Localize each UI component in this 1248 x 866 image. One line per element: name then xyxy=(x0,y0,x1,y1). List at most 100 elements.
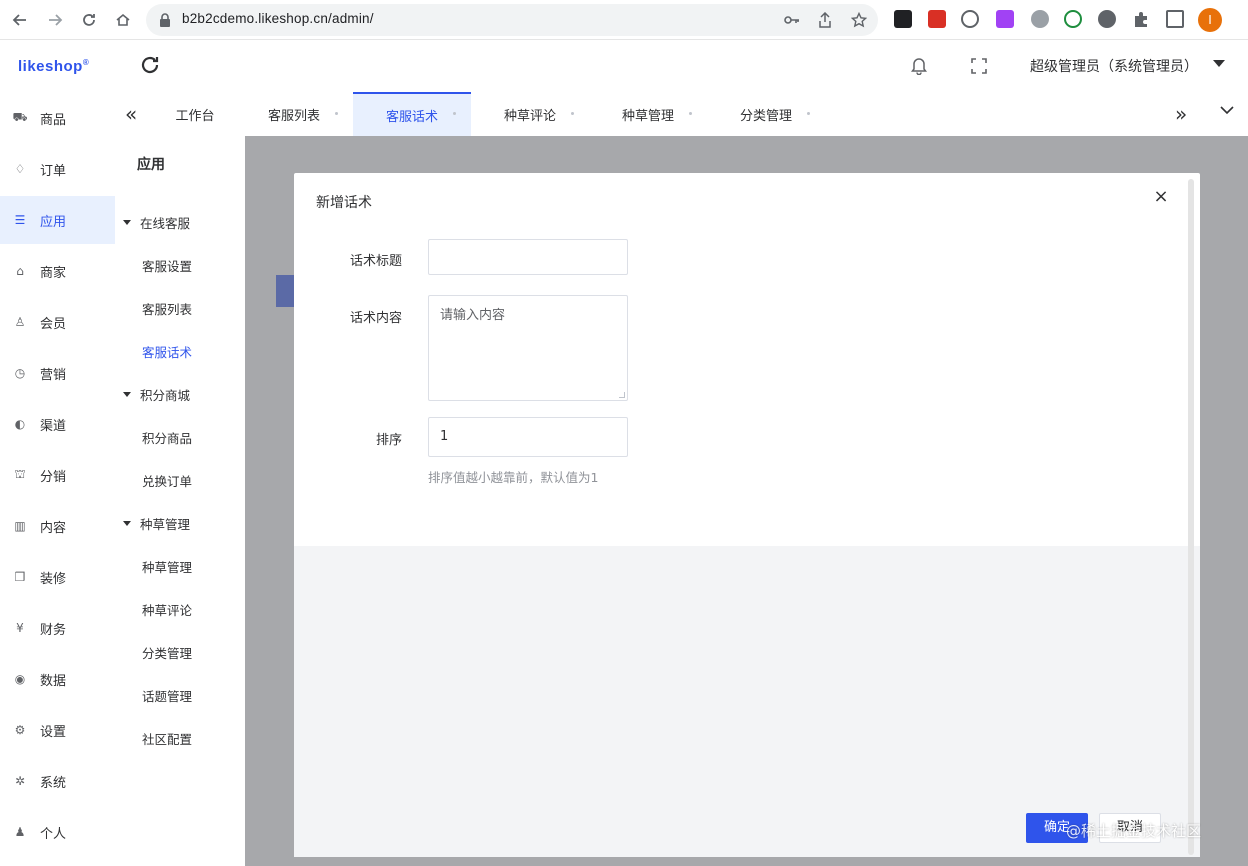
lock-icon xyxy=(160,13,170,27)
content-textarea[interactable]: 请输入内容 xyxy=(428,295,628,401)
extension-icon[interactable] xyxy=(894,10,912,28)
shop-icon: ⌂ xyxy=(16,264,24,278)
subnav-group-label: 积分商城 xyxy=(140,388,191,403)
sidebar-item-6[interactable]: ◐ 渠道 xyxy=(0,400,115,448)
sidebar-item-label: 装修 xyxy=(40,571,67,587)
subnav-item[interactable]: 兑换订单 xyxy=(142,471,192,490)
resize-handle-icon[interactable] xyxy=(619,392,625,398)
sidebar-item-11[interactable]: ◉ 数据 xyxy=(0,655,115,703)
subnav-item[interactable]: 客服话术 xyxy=(142,342,192,361)
sidebar-item-3[interactable]: ⌂ 商家 xyxy=(0,247,115,295)
subnav-item[interactable]: 种草评论 xyxy=(142,600,192,619)
tab-bar: « » 工作台 客服列表 客服话术 种草评论 种草管理 分类管理 xyxy=(115,92,1248,136)
sidebar-item-8[interactable]: ▥ 内容 xyxy=(0,502,115,550)
forward-icon[interactable] xyxy=(43,8,67,32)
browser-toolbar: b2b2cdemo.likeshop.cn/admin/ I xyxy=(0,0,1248,40)
profile-avatar[interactable]: I xyxy=(1198,8,1222,32)
sidepanel-icon[interactable] xyxy=(1166,10,1184,28)
sidebar-item-label: 订单 xyxy=(40,163,67,179)
puzzle-icon[interactable] xyxy=(1132,10,1150,28)
tabs-scroll-right-icon[interactable]: » xyxy=(1175,102,1187,126)
dialog-scrollbar[interactable] xyxy=(1188,179,1194,855)
app-logo[interactable]: likeshop® xyxy=(18,58,89,75)
dialog-title: 新增话术 xyxy=(316,195,372,211)
extension-icon[interactable] xyxy=(928,10,946,28)
refresh-icon[interactable] xyxy=(139,54,161,76)
watermark-text: @稀土掘金技术社区 xyxy=(1066,822,1202,840)
extension-icon[interactable] xyxy=(961,10,979,28)
extension-icon[interactable] xyxy=(996,10,1014,28)
subnav-group-label: 在线客服 xyxy=(140,216,191,231)
sort-input[interactable]: 1 xyxy=(428,417,628,457)
tab-0[interactable]: 工作台 xyxy=(155,92,235,136)
subnav-group-0[interactable]: 在线客服 xyxy=(123,213,190,232)
sidebar-item-label: 营销 xyxy=(40,367,67,383)
subnav-item[interactable]: 社区配置 xyxy=(142,729,192,748)
collapse-sidebar-icon[interactable]: « xyxy=(125,102,137,126)
content-icon: ▥ xyxy=(14,519,26,533)
settings-icon: ⚙ xyxy=(14,723,26,737)
back-icon[interactable] xyxy=(8,8,32,32)
channel-icon: ◐ xyxy=(14,417,26,431)
tab-separator xyxy=(453,112,456,115)
url-text: b2b2cdemo.likeshop.cn/admin/ xyxy=(182,11,374,26)
sidebar-item-7[interactable]: ⛫ 分销 xyxy=(0,451,115,499)
content-placeholder: 请输入内容 xyxy=(440,308,506,323)
person-icon: ♟ xyxy=(14,825,26,839)
subnav-item[interactable]: 客服列表 xyxy=(142,299,192,318)
notification-icon[interactable] xyxy=(911,57,927,75)
sidebar-item-9[interactable]: ❒ 装修 xyxy=(0,553,115,601)
sidebar-item-label: 系统 xyxy=(40,775,67,791)
fullscreen-icon[interactable] xyxy=(971,58,987,74)
sidebar-item-label: 设置 xyxy=(40,724,67,740)
star-icon[interactable] xyxy=(851,12,867,28)
subnav-item[interactable]: 分类管理 xyxy=(142,643,192,662)
subnav-group-label: 种草管理 xyxy=(140,517,191,532)
subnav-item[interactable]: 积分商品 xyxy=(142,428,192,447)
title-label: 话术标题 xyxy=(349,254,402,269)
data-icon: ◉ xyxy=(14,672,26,686)
user-icon: ♙ xyxy=(14,315,26,329)
sidebar-item-0[interactable]: ⛟ 商品 xyxy=(0,94,115,142)
close-icon[interactable]: × xyxy=(1152,188,1170,206)
extension-icon[interactable] xyxy=(1064,10,1082,28)
tab-separator xyxy=(571,112,574,115)
sidebar-item-14[interactable]: ♟ 个人 xyxy=(0,808,115,856)
sidebar-item-10[interactable]: ¥ 财务 xyxy=(0,604,115,652)
distribution-icon: ⛫ xyxy=(14,467,26,481)
subnav-item[interactable]: 话题管理 xyxy=(142,686,192,705)
admin-user-menu[interactable]: 超级管理员（系统管理员） xyxy=(1030,56,1198,76)
extension-icon[interactable] xyxy=(1031,10,1049,28)
sidebar-item-2[interactable]: ☰ 应用 xyxy=(0,196,115,244)
home-icon[interactable] xyxy=(111,8,135,32)
title-input[interactable] xyxy=(428,239,628,275)
caret-down-icon xyxy=(123,220,131,225)
sidebar-item-label: 个人 xyxy=(40,826,67,842)
sidebar-item-label: 渠道 xyxy=(40,418,67,434)
sub-sidebar-title: 应用 xyxy=(137,157,165,173)
sidebar-item-label: 应用 xyxy=(40,214,67,230)
subnav-group-1[interactable]: 积分商城 xyxy=(123,385,190,404)
sidebar-item-label: 数据 xyxy=(40,673,67,689)
sidebar-item-label: 内容 xyxy=(40,520,67,536)
share-icon[interactable] xyxy=(818,12,832,28)
address-bar[interactable]: b2b2cdemo.likeshop.cn/admin/ xyxy=(146,4,878,36)
cart-icon: ⛟ xyxy=(12,110,28,124)
sidebar-item-5[interactable]: ◷ 营销 xyxy=(0,349,115,397)
settings-extension-icon[interactable] xyxy=(1098,10,1116,28)
sidebar-item-4[interactable]: ♙ 会员 xyxy=(0,298,115,346)
tabs-menu-chevron-down-icon[interactable] xyxy=(1220,103,1234,121)
sidebar-item-12[interactable]: ⚙ 设置 xyxy=(0,706,115,754)
marketing-icon: ◷ xyxy=(14,366,26,380)
subnav-item[interactable]: 种草管理 xyxy=(142,557,192,576)
caret-down-icon xyxy=(123,392,131,397)
sort-label: 排序 xyxy=(375,433,402,448)
sidebar-item-13[interactable]: ✲ 系统 xyxy=(0,757,115,805)
key-icon[interactable] xyxy=(784,13,800,27)
subnav-item[interactable]: 客服设置 xyxy=(142,256,192,275)
sidebar-item-1[interactable]: ♢ 订单 xyxy=(0,145,115,193)
caret-down-icon[interactable] xyxy=(1213,60,1225,67)
decorate-icon: ❒ xyxy=(14,570,26,584)
subnav-group-2[interactable]: 种草管理 xyxy=(123,514,190,533)
reload-icon[interactable] xyxy=(77,8,101,32)
